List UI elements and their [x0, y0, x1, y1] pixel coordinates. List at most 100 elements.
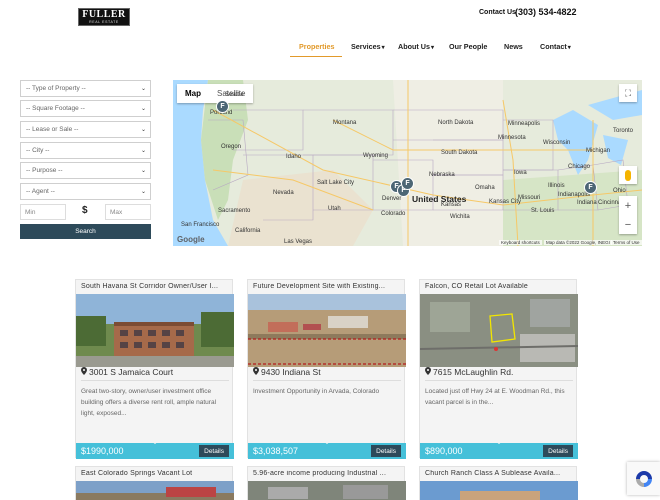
fullscreen-icon[interactable]: ⛶ [619, 84, 637, 102]
recaptcha-badge[interactable] [627, 462, 660, 495]
max-price-input[interactable]: Max [105, 204, 151, 220]
map-label: California [235, 228, 261, 234]
nav-services[interactable]: Services▾ [351, 42, 385, 51]
listing-title[interactable]: Church Ranch Class A Sublease Availa... [425, 470, 573, 477]
map-label: Illinois [548, 183, 565, 189]
listing-description: Located just off Hwy 24 at E. Woodman Rd… [425, 388, 565, 406]
nav-news[interactable]: News [504, 42, 523, 51]
city-select[interactable]: -- City -- ⌄ [20, 142, 151, 159]
map-label: Denver [382, 196, 402, 202]
nav-properties[interactable]: Properties [299, 42, 335, 51]
listing-price: $890,000 [425, 446, 463, 456]
map-label: Montana [333, 120, 357, 126]
listing-photo[interactable] [420, 481, 578, 500]
search-button[interactable]: Search [20, 224, 151, 239]
listing-address: 3001 S Jamaica Court [81, 367, 173, 377]
main-nav: Properties Services▾ About Us▾ Our Peopl… [0, 42, 660, 62]
map-label: Seattle [225, 92, 244, 98]
map-label: Colorado [381, 211, 406, 217]
nav-about-us[interactable]: About Us▾ [398, 42, 434, 51]
zoom-control: + − [619, 196, 637, 234]
listing-price: $1990,000 [81, 446, 124, 456]
phone-link[interactable]: (303) 534-4822 [515, 7, 577, 17]
listing-photo[interactable] [76, 481, 234, 500]
nav-our-people[interactable]: Our People [449, 42, 487, 51]
chevron-down-icon: ⌄ [140, 168, 146, 174]
zoom-in-button[interactable]: + [625, 200, 631, 212]
map-label: Kansas City [489, 199, 522, 205]
price-bar-notch [319, 438, 335, 444]
listing-card[interactable]: 5.96-acre income producing Industrial ..… [247, 466, 406, 500]
map-label: Nebraska [429, 172, 455, 178]
map-pin-icon [253, 367, 259, 375]
map-label: San Francisco [181, 222, 220, 228]
map-label: Wichita [450, 214, 470, 220]
map-label: Minneapolis [508, 121, 541, 127]
map-label: Michigan [586, 148, 611, 154]
map-pin-icon [81, 367, 87, 375]
chevron-down-icon: ▾ [381, 45, 385, 51]
listing-description: Great two-story, owner/user investment o… [81, 388, 217, 417]
property-map[interactable]: Map Satellite ⛶ Portland Seattle Minneap… [173, 80, 642, 246]
map-label: Minnesota [498, 135, 526, 141]
map-label: Las Vegas [284, 239, 313, 245]
map-label: Idaho [286, 154, 302, 160]
map-label: Indiana [577, 200, 597, 206]
price-bar-notch [491, 438, 507, 444]
listing-price: $3,038,507 [253, 446, 299, 456]
details-button[interactable]: Details [199, 445, 229, 457]
map-pin-icon [425, 367, 431, 375]
currency-label: $ [82, 205, 88, 216]
company-logo[interactable]: FULLER REAL ESTATE [78, 8, 130, 26]
listing-title[interactable]: Future Development Site with Existing... [253, 283, 401, 290]
logo-text: FULLER [82, 8, 126, 20]
chevron-down-icon: ⌄ [140, 86, 146, 92]
lease-or-sale-select[interactable]: -- Lease or Sale -- ⌄ [20, 121, 151, 138]
map-label: Chicago [568, 164, 591, 170]
listing-photo[interactable] [420, 294, 578, 367]
listing-title[interactable]: Falcon, CO Retail Lot Available [425, 283, 573, 290]
listing-photo[interactable] [248, 481, 406, 500]
street-view-pegman[interactable] [619, 166, 637, 184]
listing-card[interactable]: Future Development Site with Existing...… [247, 279, 406, 459]
map-marker[interactable]: F [401, 177, 414, 190]
type-of-property-select[interactable]: -- Type of Property -- ⌄ [20, 80, 151, 97]
map-marker[interactable]: F [584, 181, 597, 194]
map-label: Sacramento [218, 208, 251, 214]
square-footage-select[interactable]: -- Square Footage -- ⌄ [20, 100, 151, 117]
listing-card[interactable]: Falcon, CO Retail Lot Available 7615 McL… [419, 279, 578, 459]
logo-subtext: REAL ESTATE [89, 19, 119, 24]
map-label: Omaha [475, 185, 495, 191]
map-label: Salt Lake City [317, 180, 355, 186]
keyboard-shortcuts-link[interactable]: Keyboard shortcuts [499, 240, 542, 245]
nav-contact[interactable]: Contact▾ [540, 42, 571, 51]
listing-card[interactable]: South Havana St Corridor Owner/User I...… [75, 279, 234, 459]
listing-title[interactable]: South Havana St Corridor Owner/User I... [81, 283, 229, 290]
map-label: Indianapolis [558, 192, 591, 198]
listing-photo[interactable] [76, 294, 234, 367]
chevron-down-icon: ⌄ [140, 148, 146, 154]
chevron-down-icon: ▾ [567, 45, 571, 51]
purpose-select[interactable]: -- Purpose -- ⌄ [20, 162, 151, 179]
agent-select[interactable]: -- Agent -- ⌄ [20, 183, 151, 200]
listing-title[interactable]: East Colorado Springs Vacant Lot [81, 470, 229, 477]
zoom-out-button[interactable]: − [625, 219, 631, 231]
listing-card[interactable]: East Colorado Springs Vacant Lot [75, 466, 234, 500]
listing-title[interactable]: 5.96-acre income producing Industrial ..… [253, 470, 401, 477]
map-marker[interactable]: F [216, 100, 229, 113]
map-label: Iowa [514, 170, 527, 176]
details-button[interactable]: Details [371, 445, 401, 457]
min-price-input[interactable]: Min [20, 204, 66, 220]
listing-address: 9430 Indiana St [253, 367, 321, 377]
country-label: United States [412, 194, 467, 204]
listing-photo[interactable] [248, 294, 406, 367]
details-button[interactable]: Details [543, 445, 573, 457]
map-label: North Dakota [438, 120, 474, 126]
map-label: Missouri [518, 195, 541, 201]
terms-link[interactable]: Terms of Use [611, 240, 642, 245]
divider [425, 380, 573, 381]
chevron-down-icon: ⌄ [140, 189, 146, 195]
map-tab[interactable]: Map [177, 84, 209, 103]
listing-card[interactable]: Church Ranch Class A Sublease Availa... [419, 466, 578, 500]
divider [81, 380, 229, 381]
